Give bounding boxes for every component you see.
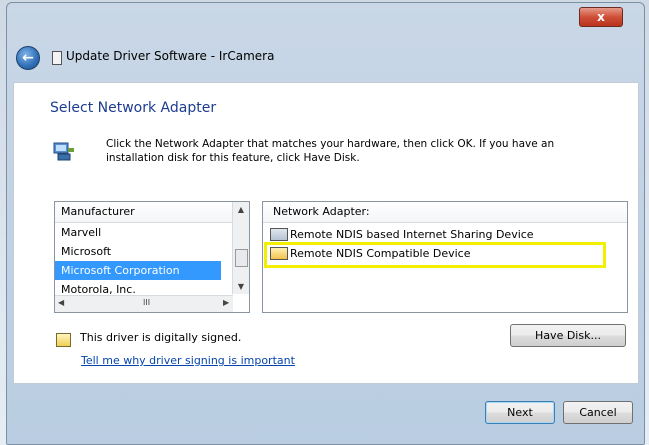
signing-status: This driver is digitally signed. [80, 331, 242, 344]
back-button[interactable]: ← [16, 46, 40, 70]
network-adapter-header: Network Adapter: [263, 202, 627, 223]
list-item-selected[interactable]: Microsoft Corporation [55, 261, 221, 280]
button-bar: Next Cancel [13, 383, 637, 439]
manufacturer-header: Manufacturer [55, 202, 249, 223]
back-arrow-icon: ← [22, 50, 34, 66]
wizard-content: Select Network Adapter Click the Network… [13, 82, 639, 384]
horizontal-scrollbar[interactable]: ◀ III ▶ [55, 295, 233, 312]
scroll-thumb[interactable] [235, 249, 248, 267]
close-icon: x [597, 10, 605, 24]
window-title: Update Driver Software - IrCamera [66, 49, 275, 63]
vertical-scrollbar[interactable]: ▲ ▼ [232, 202, 249, 294]
certificate-icon [56, 333, 71, 347]
scroll-left-icon[interactable]: ◀ [58, 298, 64, 307]
title-bar: ← Update Driver Software - IrCamera [6, 36, 643, 82]
highlight-box [264, 242, 606, 268]
device-icon [52, 51, 62, 65]
list-item[interactable]: Microsoft [55, 242, 221, 261]
list-item[interactable]: Marvell [55, 223, 221, 242]
close-button[interactable]: x [579, 7, 623, 27]
page-heading: Select Network Adapter [50, 100, 217, 116]
network-adapter-icon [53, 142, 74, 161]
cancel-button[interactable]: Cancel [563, 401, 633, 424]
adapter-icon [270, 228, 288, 241]
scroll-grip-icon[interactable]: III [143, 298, 150, 307]
signing-info-link[interactable]: Tell me why driver signing is important [81, 354, 295, 367]
instruction-text: Click the Network Adapter that matches y… [106, 138, 555, 164]
adapter-label: Remote NDIS based Internet Sharing Devic… [290, 228, 534, 241]
manufacturer-list[interactable]: Manufacturer Marvell Microsoft Microsoft… [54, 201, 250, 313]
have-disk-button[interactable]: Have Disk... [510, 324, 626, 347]
scroll-right-icon[interactable]: ▶ [223, 298, 229, 307]
scroll-up-icon[interactable]: ▲ [233, 202, 249, 217]
scroll-down-icon[interactable]: ▼ [233, 279, 249, 294]
next-button[interactable]: Next [485, 401, 555, 424]
list-item[interactable]: Remote NDIS based Internet Sharing Devic… [270, 226, 534, 243]
